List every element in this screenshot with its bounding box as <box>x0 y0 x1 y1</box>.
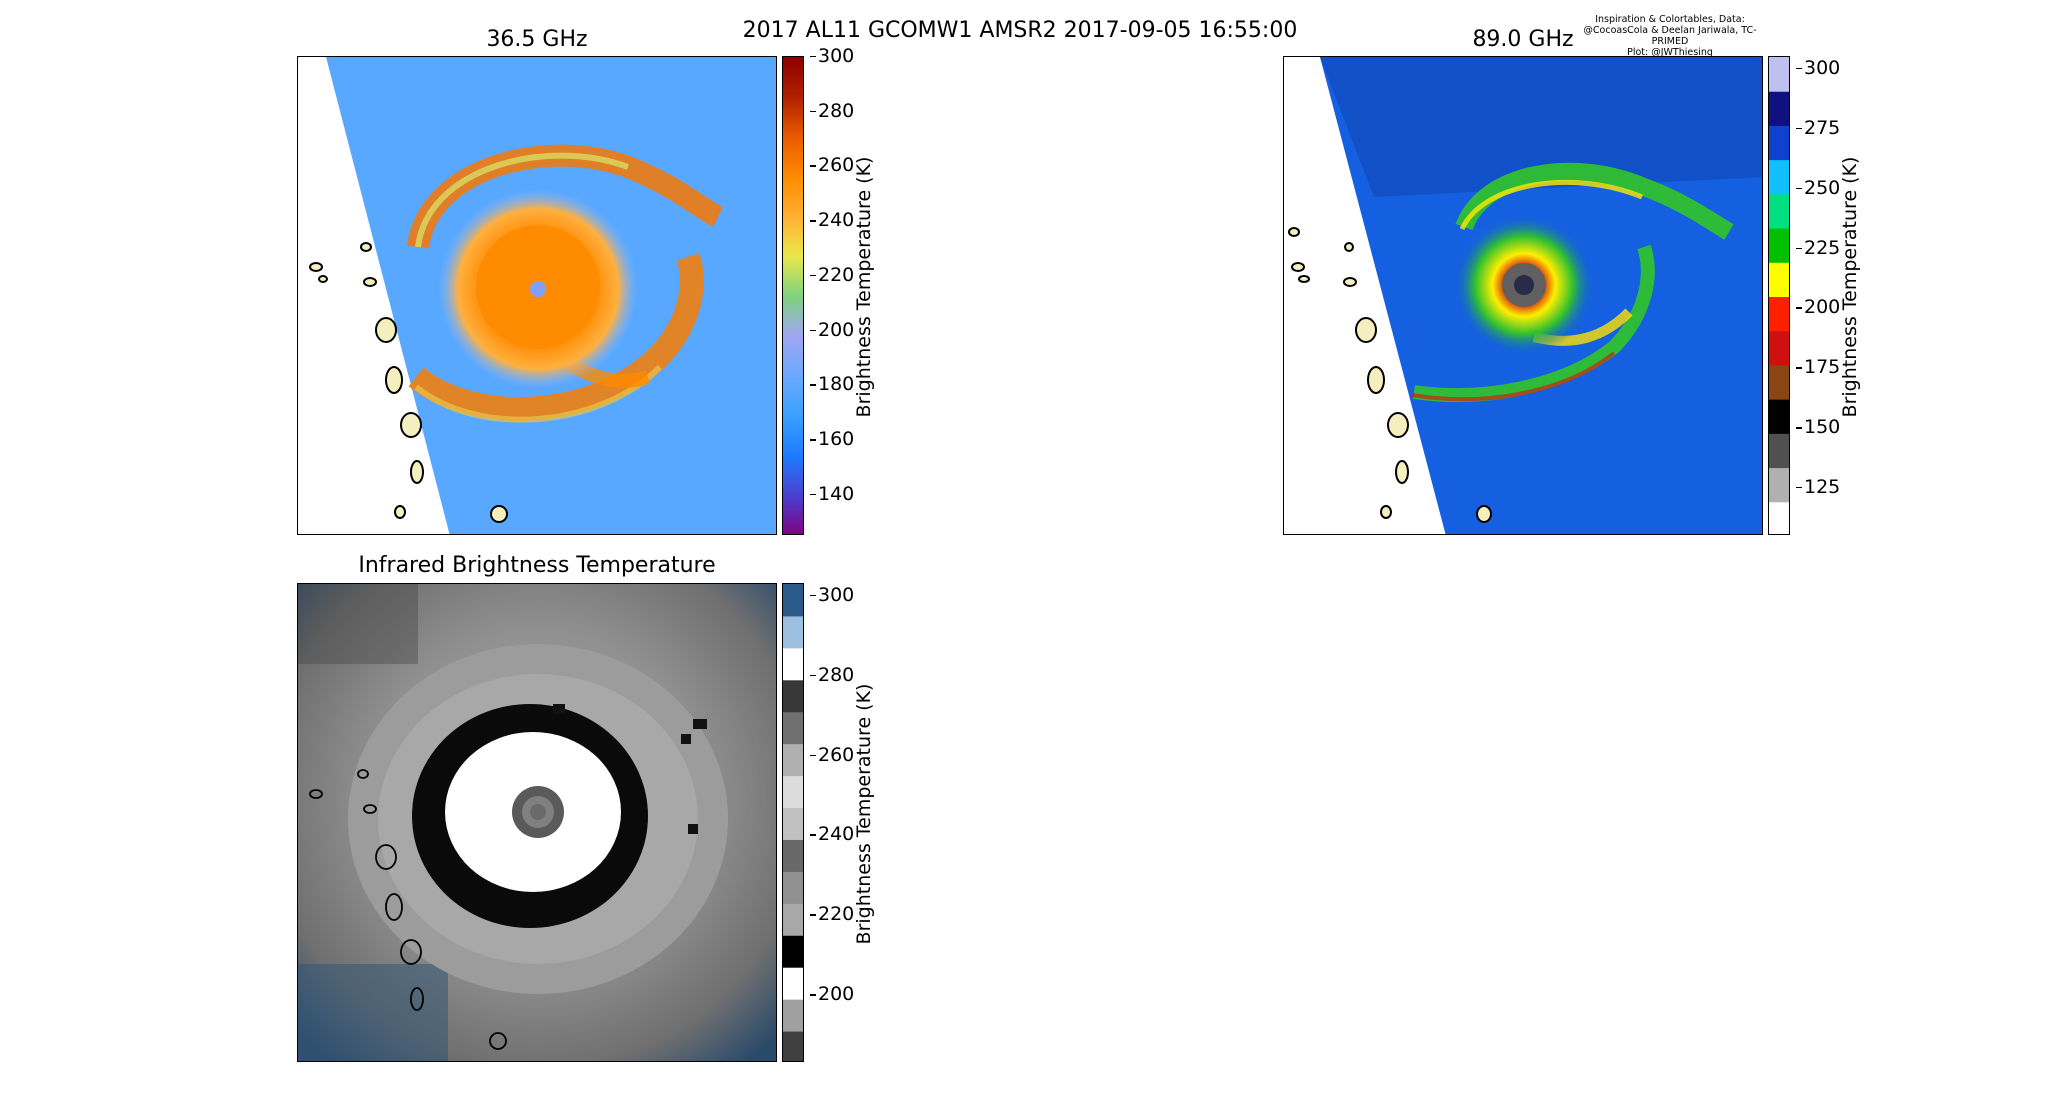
colorbar-segment <box>783 615 803 649</box>
map-panel-89ghz <box>1283 56 1763 535</box>
colorbar-tick-label: 260 <box>809 743 855 766</box>
colorbar-tick-label: 125 <box>1795 476 1841 499</box>
colorbar-segment <box>783 711 803 745</box>
colorbar-segment <box>783 807 803 840</box>
colorbar-segment <box>1769 125 1789 161</box>
map-36ghz-image <box>298 57 776 534</box>
colorbar-segment <box>783 743 803 777</box>
colorbar-segment <box>783 903 803 936</box>
colorbar-tick-label: 200 <box>809 983 855 1006</box>
colorbar-segment <box>783 775 803 809</box>
colorbar-89ghz-ticks: 125 150 175 200 225 250 275 300 <box>1795 56 1844 535</box>
colorbar-segment <box>1769 467 1789 503</box>
colorbar-tick-label: 160 <box>809 428 855 451</box>
panel-title-89ghz: 89.0 GHz <box>1472 27 1574 52</box>
colorbar-segment <box>1769 330 1789 366</box>
colorbar-tick-label: 260 <box>809 154 855 177</box>
colorbar-segment <box>1769 57 1789 92</box>
colorbar-segment <box>1769 228 1789 263</box>
colorbar-segment <box>783 647 803 681</box>
colorbar-89ghz <box>1768 56 1790 535</box>
colorbar-tick-label: 250 <box>1795 176 1841 199</box>
colorbar-tick-label: 140 <box>809 482 855 505</box>
eye-36ghz <box>530 281 546 297</box>
colorbar-tick-label: 280 <box>809 663 855 686</box>
colorbar-segment <box>783 1031 803 1061</box>
colorbar-segment <box>1769 159 1789 195</box>
colorbar-tick-label: 150 <box>1795 416 1841 439</box>
colorbar-segment <box>783 839 803 872</box>
colorbar-tick-label: 180 <box>809 373 855 396</box>
colorbar-tick-label: 275 <box>1795 116 1841 139</box>
colorbar-segment <box>1769 193 1789 229</box>
colorbar-36ghz-label: Brightness Temperature (K) <box>853 156 875 418</box>
colorbar-89ghz-label: Brightness Temperature (K) <box>1839 156 1861 418</box>
colorbar-tick-label: 220 <box>809 903 855 926</box>
colorbar-segment <box>1769 296 1789 332</box>
colorbar-segment <box>1769 262 1789 297</box>
colorbar-segment <box>1769 399 1789 434</box>
colorbar-tick-label: 200 <box>1795 296 1841 319</box>
colorbar-tick-label: 300 <box>809 45 855 67</box>
colorbar-tick-label: 220 <box>809 263 855 286</box>
credits-line-1: Inspiration & Colortables, Data: <box>1595 14 1745 25</box>
colorbar-tick-label: 240 <box>809 823 855 846</box>
colorbar-36ghz-ticks: 140 160 180 200 220 240 260 280 300 <box>809 46 858 535</box>
colorbar-infrared-ticks: 200 220 240 260 280 300 <box>809 583 858 1062</box>
colorbar-infrared-label: Brightness Temperature (K) <box>853 683 875 945</box>
colorbar-segment <box>783 999 803 1032</box>
colorbar-tick-label: 200 <box>809 318 855 341</box>
colorbar-infrared <box>782 583 804 1062</box>
colorbar-segment <box>783 871 803 904</box>
colorbar-segment <box>783 967 803 1000</box>
colorbar-89ghz-gradient <box>1769 57 1789 534</box>
map-panel-36ghz <box>297 56 777 535</box>
colorbar-segment <box>783 935 803 968</box>
colorbar-segment <box>1769 91 1789 126</box>
map-89ghz-image <box>1284 57 1762 534</box>
colorbar-36ghz-gradient <box>783 57 803 534</box>
colorbar-tick-label: 300 <box>1795 56 1841 79</box>
colorbar-segment <box>1769 364 1789 400</box>
map-infrared-image <box>298 584 776 1061</box>
colorbar-segment <box>783 584 803 617</box>
colorbar-fill <box>783 57 803 534</box>
colorbar-segment <box>1769 433 1789 469</box>
colorbar-infrared-gradient <box>783 584 803 1061</box>
colorbar-tick-label: 240 <box>809 209 855 232</box>
colorbar-segment <box>1769 501 1789 534</box>
colorbar-tick-label: 175 <box>1795 356 1841 379</box>
panel-title-infrared: Infrared Brightness Temperature <box>358 553 716 578</box>
colorbar-tick-label: 280 <box>809 99 855 122</box>
colorbar-36ghz <box>782 56 804 535</box>
panel-title-36ghz: 36.5 GHz <box>486 27 588 52</box>
colorbar-segment <box>783 679 803 713</box>
colorbar-tick-label: 300 <box>809 583 855 606</box>
colorbar-tick-label: 225 <box>1795 236 1841 259</box>
map-panel-infrared <box>297 583 777 1062</box>
